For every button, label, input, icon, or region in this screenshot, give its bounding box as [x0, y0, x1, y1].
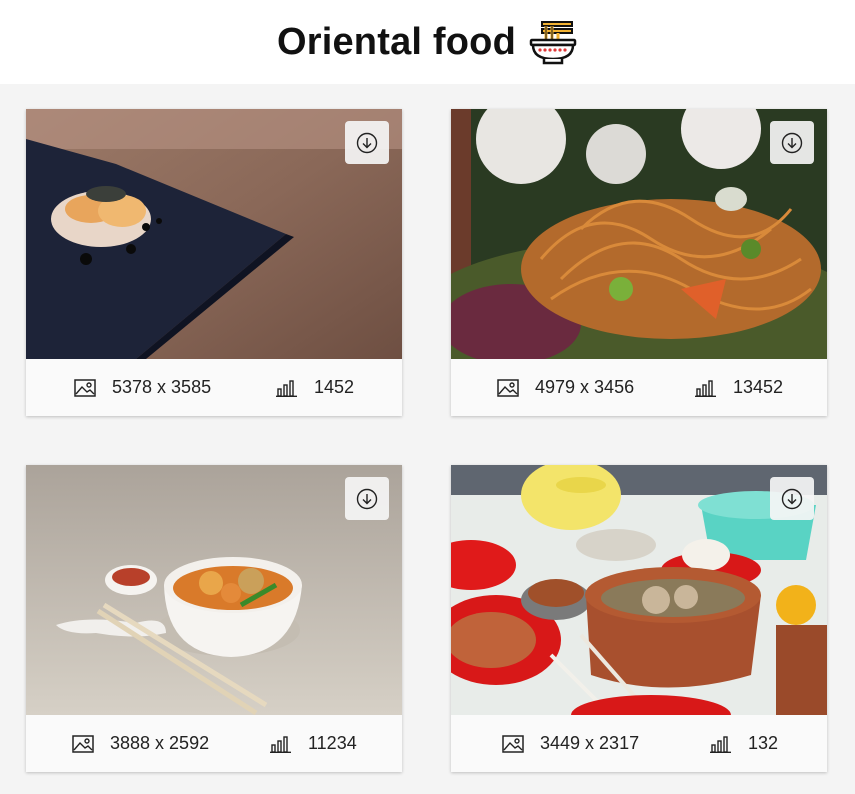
photo-dim-sum[interactable]: [451, 465, 827, 715]
bar-chart-icon: [270, 735, 291, 753]
image-icon: [72, 734, 94, 753]
downloads-count: 132: [748, 733, 779, 753]
photo-curry-noodle-bowl[interactable]: [26, 465, 402, 715]
photo-noodle-salad[interactable]: [451, 109, 827, 359]
bar-chart-icon: [695, 379, 716, 397]
page-title: Oriental food: [277, 19, 578, 65]
resolution-text: 3888 x 2592: [110, 733, 210, 753]
resolution-text: 4979 x 3456: [535, 377, 635, 397]
download-circle-icon: [781, 132, 803, 153]
card-footer: 3449 x 2317 132: [451, 715, 827, 772]
download-button[interactable]: [770, 121, 814, 164]
noodle-bowl-icon: [528, 19, 578, 65]
download-button[interactable]: [770, 477, 814, 520]
downloads-meta: 132: [710, 715, 778, 772]
download-button[interactable]: [345, 477, 389, 520]
card-footer: 4979 x 3456 13452: [451, 359, 827, 416]
image-icon: [74, 378, 96, 397]
photo-card[interactable]: 4979 x 3456 13452: [451, 109, 827, 416]
image-icon: [497, 378, 519, 397]
download-circle-icon: [356, 132, 378, 153]
downloads-meta: 11234: [270, 715, 357, 772]
resolution-meta: 3449 x 2317: [502, 715, 639, 772]
download-button[interactable]: [345, 121, 389, 164]
resolution-meta: 4979 x 3456: [497, 359, 634, 416]
downloads-count: 13452: [733, 377, 784, 397]
resolution-meta: 3888 x 2592: [72, 715, 209, 772]
photo-sushi[interactable]: [26, 109, 402, 359]
bar-chart-icon: [710, 735, 731, 753]
card-footer: 3888 x 2592 11234: [26, 715, 402, 772]
resolution-text: 5378 x 3585: [112, 377, 212, 397]
image-icon: [502, 734, 524, 753]
photo-card[interactable]: 5378 x 3585 1452: [26, 109, 402, 416]
download-circle-icon: [356, 488, 378, 509]
photo-card[interactable]: 3449 x 2317 132: [451, 465, 827, 772]
card-footer: 5378 x 3585 1452: [26, 359, 402, 416]
bar-chart-icon: [276, 379, 297, 397]
resolution-text: 3449 x 2317: [540, 733, 640, 753]
downloads-count: 11234: [308, 733, 357, 753]
downloads-meta: 1452: [276, 359, 354, 416]
downloads-count: 1452: [314, 377, 355, 397]
photo-card[interactable]: 3888 x 2592 11234: [26, 465, 402, 772]
page-title-text: Oriental food: [276, 20, 517, 63]
resolution-meta: 5378 x 3585: [74, 359, 211, 416]
page-header: Oriental food: [0, 0, 855, 84]
download-circle-icon: [781, 488, 803, 509]
downloads-meta: 13452: [695, 359, 783, 416]
